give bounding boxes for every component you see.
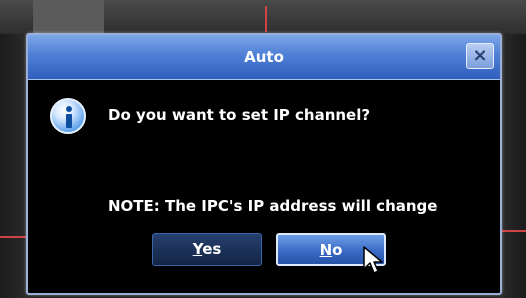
background-right-strip: [502, 34, 526, 298]
channel-divider-mark: [265, 6, 267, 32]
dialog-titlebar[interactable]: Auto ×: [28, 35, 500, 80]
dialog-message: Do you want to set IP channel?: [108, 106, 371, 124]
channel-divider-mark: [502, 230, 526, 232]
channel-divider-mark: [0, 236, 26, 238]
close-button[interactable]: ×: [466, 43, 494, 69]
no-hotkey: N: [319, 241, 333, 259]
auto-dialog: Auto × Do you want to set IP channel? NO…: [26, 33, 502, 295]
close-icon: ×: [472, 45, 488, 66]
yes-label-rest: es: [202, 240, 222, 258]
mouse-cursor-icon: [363, 246, 383, 274]
info-icon: [50, 98, 86, 134]
yes-hotkey: Y: [192, 240, 203, 258]
dialog-title: Auto: [244, 48, 284, 66]
no-label-rest: o: [332, 241, 343, 259]
background-camera-view: █ ▀ ▀ ▀: [0, 0, 526, 42]
yes-button[interactable]: Yes: [152, 233, 262, 266]
background-left-strip: [0, 34, 26, 298]
dialog-note: NOTE: The IPC's IP address will change: [108, 197, 438, 215]
